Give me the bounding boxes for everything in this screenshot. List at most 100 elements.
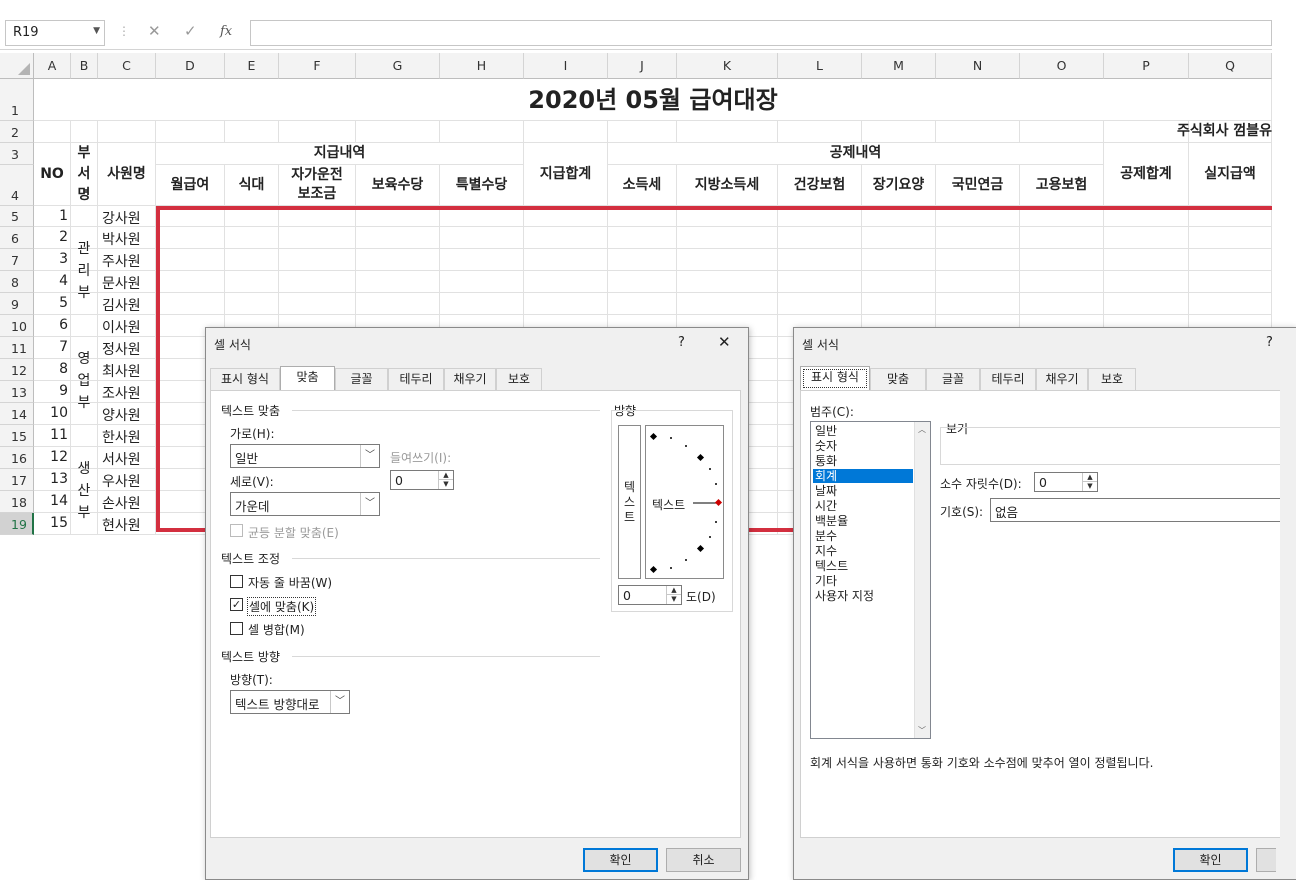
category-scrollbar[interactable]: ︿ ﹀: [914, 422, 930, 738]
close-icon[interactable]: ✕: [718, 333, 731, 351]
vertical-text-button[interactable]: 텍 스 트: [618, 425, 641, 579]
cell[interactable]: [1020, 121, 1104, 143]
cell[interactable]: [156, 121, 225, 143]
category-item[interactable]: 시간: [813, 499, 913, 513]
tab-4[interactable]: 채우기: [1036, 368, 1088, 391]
cell[interactable]: [71, 121, 98, 143]
category-item[interactable]: 기타: [813, 574, 913, 588]
format-cells-dialog-alignment[interactable]: 셀 서식 ? ✕ 표시 형식 맞춤 글꼴 테두리 채우기 보호 텍스트 맞춤 가로(H):…: [205, 327, 749, 880]
tab-0[interactable]: 표시 형식: [800, 366, 870, 391]
column-header-k[interactable]: K: [677, 53, 778, 79]
row-header-19[interactable]: 19: [0, 513, 34, 535]
wrap-text-checkbox[interactable]: [230, 575, 243, 588]
cell[interactable]: [677, 121, 778, 143]
cell[interactable]: [71, 425, 98, 447]
row-header-15[interactable]: 15: [0, 425, 34, 447]
category-item[interactable]: 일반: [813, 424, 913, 438]
row-header-17[interactable]: 17: [0, 469, 34, 491]
cell[interactable]: [71, 315, 98, 337]
column-header-l[interactable]: L: [778, 53, 862, 79]
help-icon[interactable]: ?: [1266, 335, 1273, 350]
spin-down-icon[interactable]: ▼: [666, 595, 681, 604]
cell[interactable]: [524, 121, 608, 143]
tab-3[interactable]: 테두리: [980, 368, 1036, 391]
scroll-up-icon[interactable]: ︿: [918, 424, 926, 435]
spin-up-icon[interactable]: ▲: [1082, 473, 1097, 482]
cell[interactable]: [356, 121, 440, 143]
category-item[interactable]: 텍스트: [813, 559, 913, 573]
column-header-n[interactable]: N: [936, 53, 1020, 79]
row-header-3[interactable]: 3: [0, 143, 34, 165]
merge-cells-checkbox[interactable]: [230, 622, 243, 635]
row-header-16[interactable]: 16: [0, 447, 34, 469]
tab-5[interactable]: 보호: [1088, 368, 1136, 391]
indent-spinner[interactable]: 0 ▲ ▼: [390, 470, 454, 490]
select-all-corner[interactable]: [0, 53, 34, 79]
chevron-down-icon[interactable]: ▼: [93, 26, 100, 36]
column-header-b[interactable]: B: [71, 53, 98, 79]
ok-button[interactable]: 확인: [583, 848, 658, 872]
shrink-to-fit-checkbox[interactable]: ✓: [230, 598, 243, 611]
category-item[interactable]: 통화: [813, 454, 913, 468]
decimal-spinner[interactable]: 0 ▲ ▼: [1034, 472, 1098, 492]
cell[interactable]: [71, 206, 98, 227]
tab-2[interactable]: 글꼴: [335, 368, 388, 391]
column-header-i[interactable]: I: [524, 53, 608, 79]
category-item[interactable]: 회계: [813, 469, 913, 483]
row-header-11[interactable]: 11: [0, 337, 34, 359]
column-header-c[interactable]: C: [98, 53, 156, 79]
cell[interactable]: [778, 121, 862, 143]
chevron-down-icon[interactable]: ﹀: [360, 493, 379, 515]
ok-button[interactable]: 확인: [1173, 848, 1248, 872]
column-header-f[interactable]: F: [279, 53, 356, 79]
tab-1[interactable]: 맞춤: [280, 366, 335, 391]
scroll-down-icon[interactable]: ﹀: [918, 725, 926, 736]
tab-4[interactable]: 채우기: [444, 368, 496, 391]
column-header-o[interactable]: O: [1020, 53, 1104, 79]
row-header-13[interactable]: 13: [0, 381, 34, 403]
column-header-e[interactable]: E: [225, 53, 279, 79]
degree-spinner[interactable]: 0 ▲ ▼: [618, 585, 682, 605]
cancel-icon[interactable]: ✕: [148, 22, 161, 40]
cancel-button[interactable]: 취소: [666, 848, 741, 872]
row-header-12[interactable]: 12: [0, 359, 34, 381]
row-header-18[interactable]: 18: [0, 491, 34, 513]
category-item[interactable]: 백분율: [813, 514, 913, 528]
format-cells-dialog-number[interactable]: 셀 서식 ? 표시 형식 맞춤 글꼴 테두리 채우기 보호 범주(C): 일반 숫자 통화 회계…: [793, 327, 1296, 880]
row-header-10[interactable]: 10: [0, 315, 34, 337]
chevron-down-icon[interactable]: ﹀: [360, 445, 379, 467]
category-list[interactable]: 일반 숫자 통화 회계 날짜 시간 백분율 분수 지수 텍스트 기타 사용자 지정 ︿ ﹀: [810, 421, 931, 739]
direction-select[interactable]: 텍스트 방향대로 ﹀: [230, 690, 350, 714]
column-header-d[interactable]: D: [156, 53, 225, 79]
row-header-4[interactable]: 4: [0, 165, 34, 206]
tab-0[interactable]: 표시 형식: [210, 368, 280, 391]
enter-icon[interactable]: ✓: [184, 22, 197, 40]
horizontal-select[interactable]: 일반 ﹀: [230, 444, 380, 468]
cell[interactable]: [279, 121, 356, 143]
category-item[interactable]: 사용자 지정: [813, 589, 913, 603]
vertical-select[interactable]: 가운데 ﹀: [230, 492, 380, 516]
column-header-a[interactable]: A: [34, 53, 71, 79]
column-header-p[interactable]: P: [1104, 53, 1189, 79]
column-header-m[interactable]: M: [862, 53, 936, 79]
spin-up-icon[interactable]: ▲: [666, 586, 681, 595]
tab-3[interactable]: 테두리: [388, 368, 444, 391]
column-header-h[interactable]: H: [440, 53, 524, 79]
cell[interactable]: [34, 121, 71, 143]
cell[interactable]: [936, 121, 1020, 143]
cell[interactable]: [862, 121, 936, 143]
spin-down-icon[interactable]: ▼: [438, 480, 453, 489]
row-header-5[interactable]: 5: [0, 206, 34, 227]
row-header-14[interactable]: 14: [0, 403, 34, 425]
help-icon[interactable]: ?: [678, 335, 685, 350]
cell[interactable]: [608, 121, 677, 143]
row-header-1[interactable]: 1: [0, 79, 34, 121]
category-item[interactable]: 날짜: [813, 484, 913, 498]
category-item[interactable]: 숫자: [813, 439, 913, 453]
cell[interactable]: [225, 121, 279, 143]
spin-up-icon[interactable]: ▲: [438, 471, 453, 480]
tab-5[interactable]: 보호: [496, 368, 542, 391]
drag-handle-icon[interactable]: ⋮: [118, 24, 130, 38]
spin-down-icon[interactable]: ▼: [1082, 482, 1097, 491]
category-item[interactable]: 지수: [813, 544, 913, 558]
